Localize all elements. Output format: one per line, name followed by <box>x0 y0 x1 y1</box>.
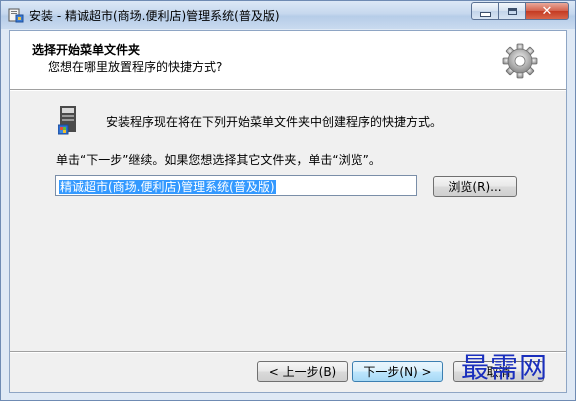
installer-window: 安装 - 精诚超市(商场.便利店)管理系统(普及版) ✕ 选择开始菜单文件夹 您… <box>0 0 576 401</box>
maximize-icon <box>507 7 517 15</box>
minimize-button[interactable] <box>471 2 498 20</box>
header-divider <box>10 89 566 91</box>
back-button[interactable]: < 上一步(B) <box>257 361 348 382</box>
wizard-page: 选择开始菜单文件夹 您想在哪里放置程序的快捷方式? 安装程序现在将在下列开始菜单… <box>9 30 567 393</box>
program-folder-icon <box>57 105 82 135</box>
browse-button[interactable]: 浏览(R)... <box>433 176 517 197</box>
instruction-text: 单击“下一步”继续。如果您想选择其它文件夹，单击“浏览”。 <box>56 153 381 167</box>
close-button[interactable]: ✕ <box>525 2 569 20</box>
maximize-button[interactable] <box>498 2 525 20</box>
wizard-header: 选择开始菜单文件夹 您想在哪里放置程序的快捷方式? <box>10 31 566 89</box>
page-subtitle: 您想在哪里放置程序的快捷方式? <box>48 60 223 74</box>
page-title: 选择开始菜单文件夹 <box>32 43 141 57</box>
info-text: 安装程序现在将在下列开始菜单文件夹中创建程序的快捷方式。 <box>106 115 443 129</box>
installer-icon <box>8 7 24 23</box>
gear-icon <box>500 43 540 79</box>
close-icon: ✕ <box>541 3 553 19</box>
folder-path-value: 精诚超市(商场.便利店)管理系统(普及版) <box>59 180 276 194</box>
caption-buttons: ✕ <box>471 2 569 22</box>
start-menu-folder-input[interactable]: 精诚超市(商场.便利店)管理系统(普及版) <box>55 175 417 196</box>
next-button[interactable]: 下一步(N) > <box>352 361 443 382</box>
watermark: 最需网 <box>461 351 549 384</box>
title-bar[interactable]: 安装 - 精诚超市(商场.便利店)管理系统(普及版) ✕ <box>1 1 575 29</box>
minimize-icon <box>479 11 491 17</box>
window-title: 安装 - 精诚超市(商场.便利店)管理系统(普及版) <box>29 9 280 23</box>
